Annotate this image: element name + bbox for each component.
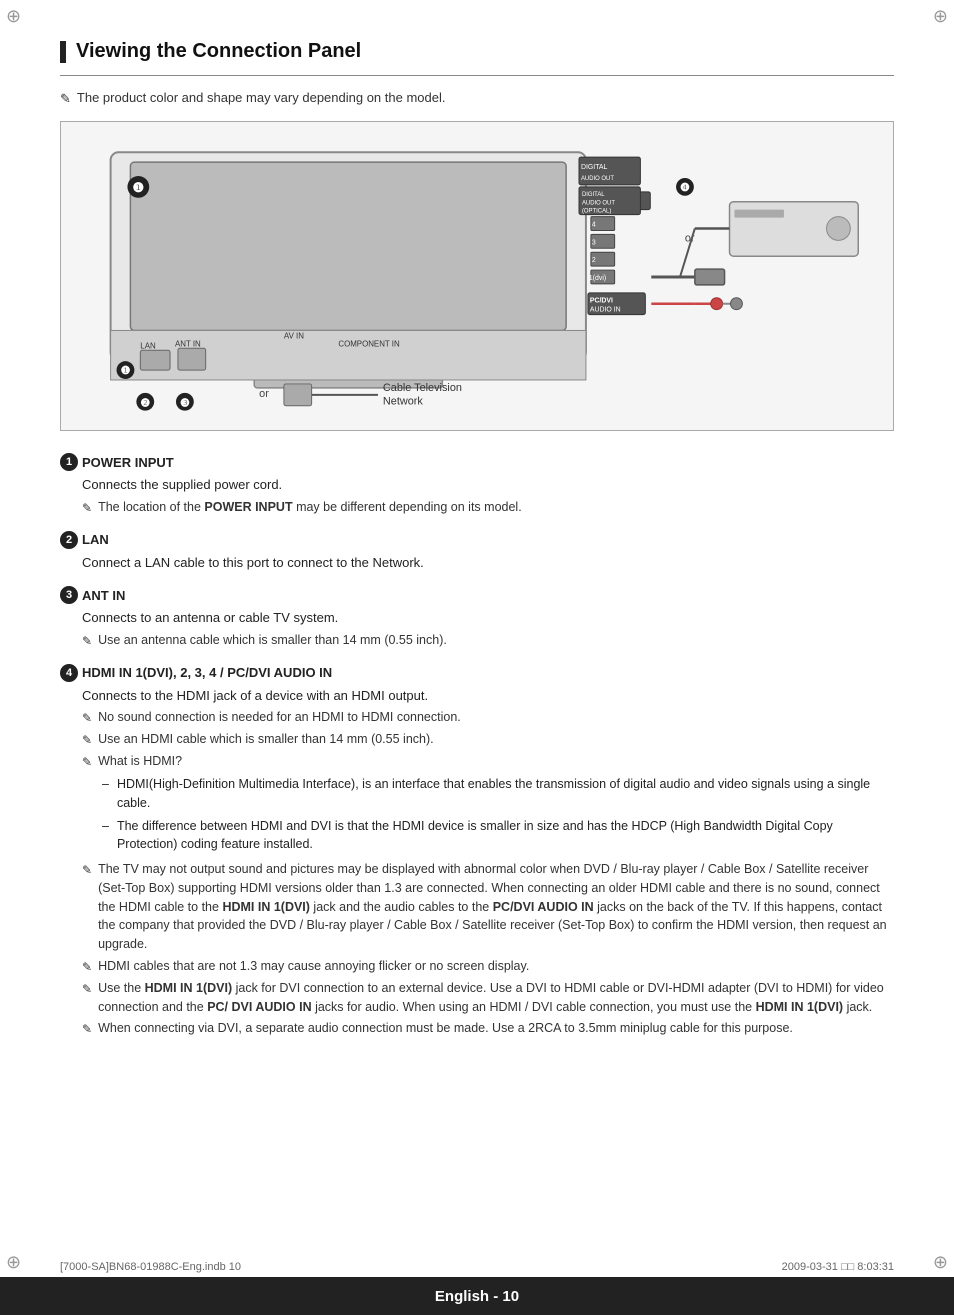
hdmi-dash-1: HDMI(High-Definition Multimedia Interfac… bbox=[102, 775, 894, 813]
section-item-hdmi: 4 HDMI IN 1(DVI), 2, 3, 4 / PC/DVI AUDIO… bbox=[60, 664, 894, 1039]
hdmi-extra-note-2: ✎ HDMI cables that are not 1.3 may cause… bbox=[82, 957, 894, 976]
svg-text:2: 2 bbox=[592, 257, 596, 264]
item-label-hdmi: HDMI IN 1(DVI), 2, 3, 4 / PC/DVI AUDIO I… bbox=[82, 665, 332, 680]
svg-text:LAN: LAN bbox=[140, 341, 156, 350]
svg-text:4: 4 bbox=[592, 221, 596, 228]
svg-text:COMPONENT IN: COMPONENT IN bbox=[338, 339, 400, 348]
item-title-ant: 3 ANT IN bbox=[60, 586, 894, 604]
svg-text:❹: ❹ bbox=[680, 182, 690, 194]
hdmi-note-2: ✎ Use an HDMI cable which is smaller tha… bbox=[82, 730, 894, 749]
item-body-text-hdmi: Connects to the HDMI jack of a device wi… bbox=[82, 688, 428, 703]
section-item-power: 1 POWER INPUT Connects the supplied powe… bbox=[60, 453, 894, 517]
item-body-text-ant: Connects to an antenna or cable TV syste… bbox=[82, 610, 338, 625]
top-note: ✎ The product color and shape may vary d… bbox=[60, 90, 894, 107]
item-title-power: 1 POWER INPUT bbox=[60, 453, 894, 471]
svg-text:AUDIO OUT: AUDIO OUT bbox=[582, 201, 615, 207]
crosshair-tl: ⊕ bbox=[6, 6, 21, 27]
hdmi-extra-text-4: When connecting via DVI, a separate audi… bbox=[98, 1019, 894, 1038]
num-4: 4 bbox=[60, 664, 78, 682]
svg-text:Network: Network bbox=[383, 396, 423, 408]
hdmi-note-text-3: What is HDMI? bbox=[98, 752, 894, 771]
svg-text:AUDIO IN: AUDIO IN bbox=[590, 307, 621, 314]
note-icon-he2: ✎ bbox=[82, 958, 92, 976]
item-label-power: POWER INPUT bbox=[82, 455, 174, 470]
hdmi-note-text-2: Use an HDMI cable which is smaller than … bbox=[98, 730, 894, 749]
section-header: Viewing the Connection Panel bbox=[60, 40, 894, 63]
svg-text:(OPTICAL): (OPTICAL) bbox=[582, 209, 611, 215]
item-title-lan: 2 LAN bbox=[60, 531, 894, 549]
section-items-container: 1 POWER INPUT Connects the supplied powe… bbox=[60, 453, 894, 1038]
hdmi-note-3: ✎ What is HDMI? bbox=[82, 752, 894, 771]
num-3: 3 bbox=[60, 586, 78, 604]
item-title-hdmi: 4 HDMI IN 1(DVI), 2, 3, 4 / PC/DVI AUDIO… bbox=[60, 664, 894, 682]
item-body-lan: Connect a LAN cable to this port to conn… bbox=[82, 553, 894, 573]
note-icon-p1: ✎ bbox=[82, 499, 92, 517]
item-body-text-power: Connects the supplied power cord. bbox=[82, 477, 282, 492]
hdmi-dash-text-2: The difference between HDMI and DVI is t… bbox=[117, 817, 894, 855]
diagram-inner: ❶ LAN ANT IN COMPONENT IN AV IN HDMI IN … bbox=[71, 132, 883, 420]
ant-note-text-1: Use an antenna cable which is smaller th… bbox=[98, 631, 894, 650]
note-icon-he1: ✎ bbox=[82, 861, 92, 879]
item-body-hdmi: Connects to the HDMI jack of a device wi… bbox=[82, 686, 894, 1039]
footer-page-text: English - 10 bbox=[435, 1288, 519, 1305]
hdmi-note-1: ✎ No sound connection is needed for an H… bbox=[82, 708, 894, 727]
note-icon-h2: ✎ bbox=[82, 731, 92, 749]
svg-text:3: 3 bbox=[592, 239, 596, 246]
svg-text:AV IN: AV IN bbox=[284, 331, 304, 340]
footer-left: [7000-SA]BN68-01988C-Eng.indb 10 bbox=[60, 1261, 241, 1273]
svg-text:Cable Television: Cable Television bbox=[383, 382, 462, 394]
diagram-box: ❶ LAN ANT IN COMPONENT IN AV IN HDMI IN … bbox=[60, 121, 894, 431]
item-body-ant: Connects to an antenna or cable TV syste… bbox=[82, 608, 894, 650]
note-icon-h1: ✎ bbox=[82, 709, 92, 727]
svg-text:or: or bbox=[259, 388, 269, 400]
item-body-power: Connects the supplied power cord. ✎ The … bbox=[82, 475, 894, 517]
note-icon-he3: ✎ bbox=[82, 980, 92, 998]
divider bbox=[60, 75, 894, 76]
svg-text:ANT IN: ANT IN bbox=[175, 339, 201, 348]
footer-meta: [7000-SA]BN68-01988C-Eng.indb 10 2009-03… bbox=[60, 1261, 894, 1273]
section-item-lan: 2 LAN Connect a LAN cable to this port t… bbox=[60, 531, 894, 573]
svg-text:1(dvi): 1(dvi) bbox=[589, 275, 606, 282]
note-icon-he4: ✎ bbox=[82, 1020, 92, 1038]
num-2: 2 bbox=[60, 531, 78, 549]
svg-text:AUDIO OUT: AUDIO OUT bbox=[581, 176, 614, 182]
section-item-ant: 3 ANT IN Connects to an antenna or cable… bbox=[60, 586, 894, 650]
top-note-text: The product color and shape may vary dep… bbox=[77, 90, 446, 105]
hdmi-extra-note-4: ✎ When connecting via DVI, a separate au… bbox=[82, 1019, 894, 1038]
item-body-text-lan: Connect a LAN cable to this port to conn… bbox=[82, 555, 424, 570]
hdmi-dash-2: The difference between HDMI and DVI is t… bbox=[102, 817, 894, 855]
crosshair-tr: ⊕ bbox=[933, 6, 948, 27]
hdmi-note-text-1: No sound connection is needed for an HDM… bbox=[98, 708, 894, 727]
hdmi-dash-text-1: HDMI(High-Definition Multimedia Interfac… bbox=[117, 775, 894, 813]
item-label-lan: LAN bbox=[82, 532, 109, 547]
header-bar bbox=[60, 41, 66, 63]
svg-text:❸: ❸ bbox=[180, 398, 190, 410]
note-icon: ✎ bbox=[60, 91, 71, 107]
crosshair-br: ⊕ bbox=[933, 1252, 948, 1273]
svg-text:❷: ❷ bbox=[140, 398, 150, 410]
hdmi-extra-text-3: Use the HDMI IN 1(DVI) jack for DVI conn… bbox=[98, 979, 894, 1017]
note-icon-h3: ✎ bbox=[82, 753, 92, 771]
footer-bar: English - 10 bbox=[0, 1277, 954, 1315]
crosshair-bl: ⊕ bbox=[6, 1252, 21, 1273]
power-note-1: ✎ The location of the POWER INPUT may be… bbox=[82, 498, 894, 517]
svg-text:❶: ❶ bbox=[133, 180, 145, 195]
svg-text:DIGITAL: DIGITAL bbox=[582, 192, 605, 198]
svg-text:PC/DVI: PC/DVI bbox=[590, 298, 613, 305]
hdmi-extra-text-1: The TV may not output sound and pictures… bbox=[98, 860, 894, 954]
ant-note-1: ✎ Use an antenna cable which is smaller … bbox=[82, 631, 894, 650]
page: ⊕ ⊕ Viewing the Connection Panel ✎ The p… bbox=[0, 0, 954, 1315]
svg-text:DIGITAL: DIGITAL bbox=[581, 164, 608, 171]
power-note-text-1: The location of the POWER INPUT may be d… bbox=[98, 498, 894, 517]
item-label-ant: ANT IN bbox=[82, 588, 125, 603]
hdmi-extra-note-3: ✎ Use the HDMI IN 1(DVI) jack for DVI co… bbox=[82, 979, 894, 1017]
num-1: 1 bbox=[60, 453, 78, 471]
footer-right: 2009-03-31 □□ 8:03:31 bbox=[782, 1261, 894, 1273]
hdmi-extra-text-2: HDMI cables that are not 1.3 may cause a… bbox=[98, 957, 894, 976]
hdmi-extra-note-1: ✎ The TV may not output sound and pictur… bbox=[82, 860, 894, 954]
note-icon-a1: ✎ bbox=[82, 632, 92, 650]
page-title: Viewing the Connection Panel bbox=[76, 40, 361, 63]
svg-text:❶: ❶ bbox=[121, 365, 131, 377]
connection-diagram: ❶ LAN ANT IN COMPONENT IN AV IN HDMI IN … bbox=[71, 132, 883, 420]
